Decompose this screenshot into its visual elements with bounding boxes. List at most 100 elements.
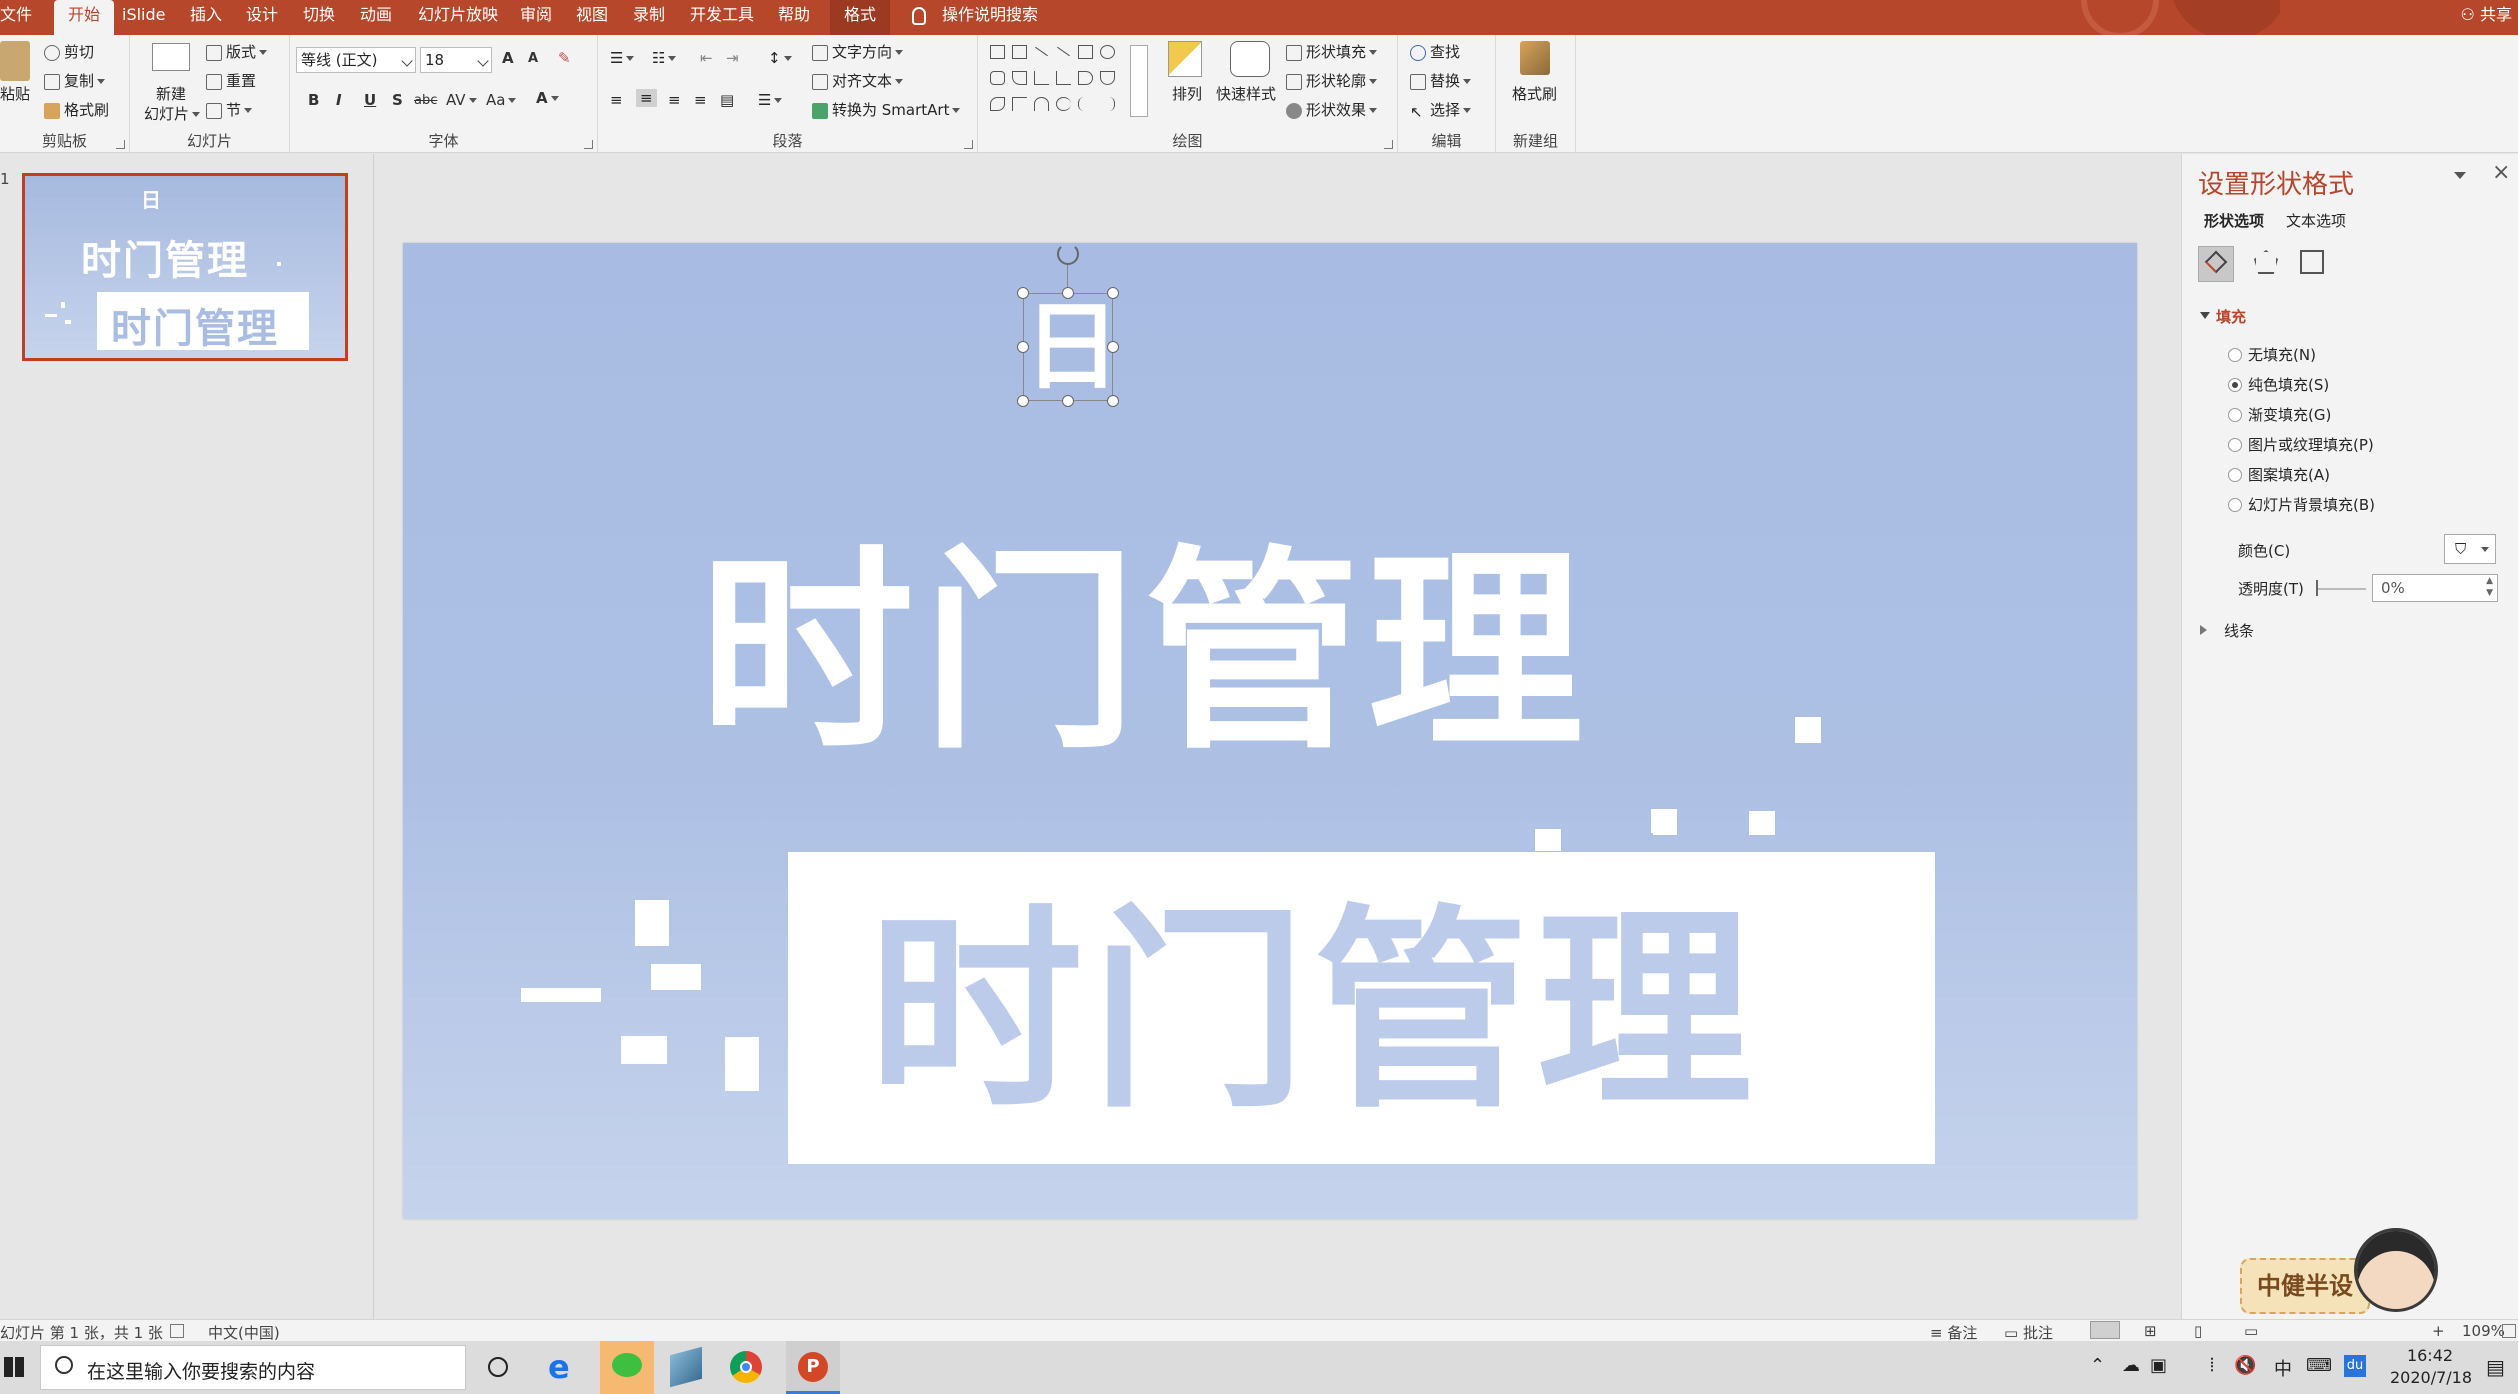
- align-right-button[interactable]: ≡: [668, 91, 681, 109]
- char-spacing-button[interactable]: AV: [446, 91, 477, 109]
- dialog-launcher-icon[interactable]: [964, 140, 973, 149]
- resize-handle-se[interactable]: [1107, 395, 1119, 407]
- label-pattern-fill[interactable]: 图案填充(A): [2248, 464, 2330, 485]
- slide-canvas[interactable]: 日 时门管理 时门管理: [403, 243, 2137, 1219]
- section-button[interactable]: 节: [206, 99, 253, 120]
- format-painter-button[interactable]: 格式刷: [44, 99, 109, 120]
- brace-shape-icon[interactable]: [1078, 97, 1093, 111]
- notification-icon[interactable]: ▤: [2486, 1355, 2505, 1394]
- bullets-button[interactable]: ☰: [610, 49, 635, 67]
- italic-button[interactable]: I: [336, 91, 342, 109]
- radio-background-fill[interactable]: [2228, 498, 2242, 512]
- wechat-icon[interactable]: [600, 1341, 654, 1394]
- right-arrow-shape-icon[interactable]: [1078, 71, 1093, 85]
- radio-pattern-fill[interactable]: [2228, 468, 2242, 482]
- radio-picture-fill[interactable]: [2228, 438, 2242, 452]
- rounded-rect-shape-icon[interactable]: [990, 71, 1005, 85]
- arc-shape-icon[interactable]: [1034, 97, 1049, 111]
- tab-transitions[interactable]: 切换: [303, 0, 335, 35]
- label-picture-fill[interactable]: 图片或纹理填充(P): [2248, 434, 2374, 455]
- freeform-shape-icon[interactable]: [990, 97, 1005, 111]
- chrome-icon[interactable]: [730, 1351, 762, 1383]
- tray-clock[interactable]: 16:42 2020/7/18: [2390, 1345, 2472, 1394]
- tab-home[interactable]: 开始: [54, 0, 115, 35]
- align-center-button[interactable]: ≡: [636, 89, 657, 107]
- align-text-button[interactable]: 对齐文本: [812, 70, 904, 91]
- comments-button[interactable]: ▭ 批注: [2004, 1322, 2053, 1343]
- transparency-slider[interactable]: [2316, 588, 2366, 590]
- elbow-shape-icon[interactable]: [1056, 71, 1071, 85]
- zoom-level[interactable]: 109%: [2462, 1322, 2505, 1340]
- powerpoint-taskbar-icon[interactable]: P: [786, 1341, 840, 1394]
- fit-slide-icon[interactable]: [2502, 1324, 2516, 1338]
- keyboard-icon[interactable]: ⌨: [2306, 1355, 2332, 1394]
- tab-record[interactable]: 录制: [633, 0, 665, 35]
- radio-gradient-fill[interactable]: [2228, 408, 2242, 422]
- quick-styles-button[interactable]: 快速样式: [1216, 83, 1276, 104]
- cortana-icon[interactable]: [488, 1357, 508, 1377]
- line-shape-icon[interactable]: [1035, 46, 1048, 57]
- resize-handle-n[interactable]: [1062, 287, 1074, 299]
- resize-handle-ne[interactable]: [1107, 287, 1119, 299]
- slide-thumbnail-1[interactable]: 日 时门管理 时门管理: [22, 173, 348, 361]
- font-size-select[interactable]: 18: [420, 47, 492, 73]
- rotate-handle-icon[interactable]: [1057, 243, 1079, 265]
- normal-view-icon[interactable]: [2090, 1321, 2120, 1339]
- reset-button[interactable]: 重置: [206, 70, 256, 91]
- line-spacing-button[interactable]: ↕: [768, 49, 792, 67]
- label-no-fill[interactable]: 无填充(N): [2248, 344, 2316, 365]
- fill-expand-icon[interactable]: [2200, 312, 2210, 319]
- tray-app-icon[interactable]: ▣: [2150, 1355, 2167, 1394]
- resize-handle-sw[interactable]: [1017, 395, 1029, 407]
- shape-fill-button[interactable]: 形状填充: [1286, 41, 1378, 62]
- font-color-button[interactable]: A: [536, 89, 559, 107]
- resize-handle-s[interactable]: [1062, 395, 1074, 407]
- format-painter-large-button[interactable]: 格式刷: [1512, 83, 1557, 104]
- radio-no-fill[interactable]: [2228, 348, 2242, 362]
- select-button[interactable]: ↖ 选择: [1410, 99, 1472, 121]
- fill-section-label[interactable]: 填充: [2216, 306, 2246, 327]
- increase-indent-button[interactable]: ⇥: [726, 49, 739, 67]
- arrange-button[interactable]: 排列: [1172, 83, 1202, 104]
- tell-me-search[interactable]: 操作说明搜索: [912, 0, 1038, 32]
- shape-effects-button[interactable]: 形状效果: [1286, 99, 1378, 120]
- notes-button[interactable]: ≡ 备注: [1930, 1322, 1977, 1343]
- label-gradient-fill[interactable]: 渐变填充(G): [2248, 404, 2331, 425]
- bold-button[interactable]: B: [308, 91, 319, 109]
- baidu-icon[interactable]: du: [2344, 1355, 2366, 1377]
- share-button[interactable]: ⚇ 共享: [2461, 0, 2512, 30]
- notepad-app-icon[interactable]: [670, 1346, 702, 1388]
- network-icon[interactable]: ⦙: [2210, 1355, 2214, 1394]
- tab-animations[interactable]: 动画: [360, 0, 392, 35]
- cut-button[interactable]: 剪切: [44, 41, 94, 62]
- tab-view[interactable]: 视图: [576, 0, 608, 35]
- zoom-in-icon[interactable]: +: [2432, 1322, 2445, 1340]
- edge-browser-icon[interactable]: e: [548, 1351, 580, 1383]
- smartart-button[interactable]: 转换为 SmartArt: [812, 99, 961, 120]
- line-expand-icon[interactable]: [2200, 625, 2207, 635]
- justify-button[interactable]: ≡: [694, 91, 707, 109]
- taskbar-search[interactable]: 在这里输入你要搜索的内容: [40, 1345, 466, 1390]
- shape-gallery[interactable]: [990, 45, 1160, 117]
- change-case-button[interactable]: Aa: [486, 91, 517, 109]
- radio-solid-fill[interactable]: [2228, 378, 2242, 392]
- triangle-shape-icon[interactable]: [1012, 71, 1027, 85]
- transparency-input[interactable]: 0% ▲ ▼: [2372, 574, 2498, 602]
- font-name-select[interactable]: 等线 (正文): [296, 47, 416, 73]
- slide-sorter-icon[interactable]: ⊞: [2144, 1322, 2157, 1340]
- strikethrough-button[interactable]: abc: [414, 93, 437, 108]
- cloud-icon[interactable]: ☁: [2122, 1355, 2140, 1394]
- shrink-font-button[interactable]: A: [528, 51, 538, 66]
- line-section-label[interactable]: 线条: [2224, 620, 2254, 641]
- windows-start-icon[interactable]: [4, 1357, 24, 1377]
- pane-options-icon[interactable]: [2454, 172, 2466, 179]
- slideshow-icon[interactable]: ▭: [2244, 1322, 2258, 1340]
- tab-shape-options[interactable]: 形状选项: [2204, 210, 2264, 231]
- tab-text-options[interactable]: 文本选项: [2286, 210, 2346, 231]
- grow-font-button[interactable]: A: [502, 49, 514, 67]
- slider-thumb[interactable]: [2316, 580, 2318, 596]
- tab-developer[interactable]: 开发工具: [690, 0, 754, 35]
- tab-help[interactable]: 帮助: [778, 0, 810, 35]
- new-slide-dropdown[interactable]: 幻灯片: [144, 103, 201, 124]
- dialog-launcher-icon[interactable]: [116, 140, 125, 149]
